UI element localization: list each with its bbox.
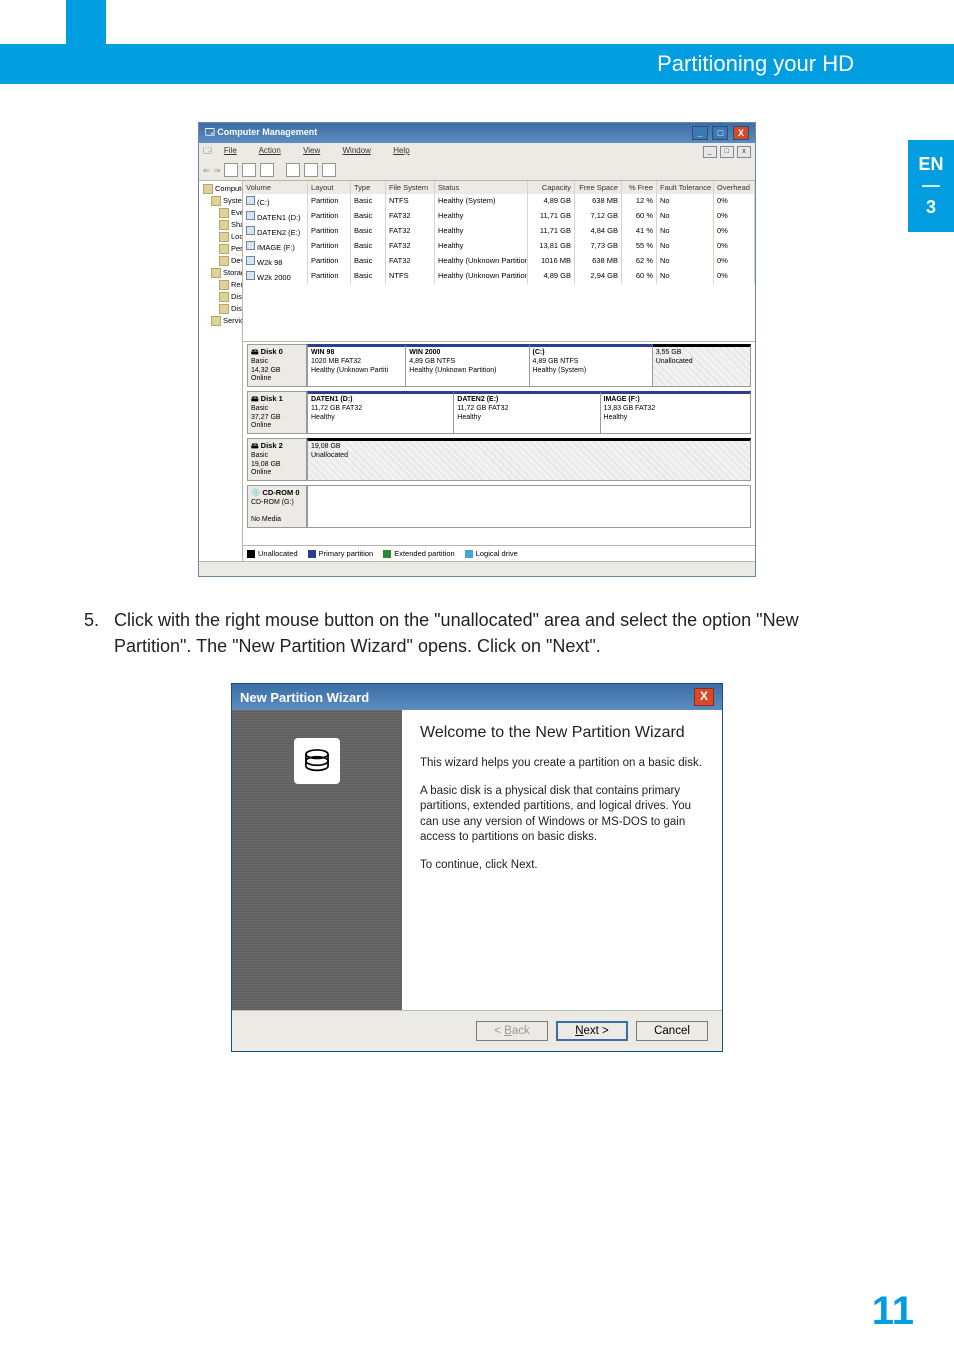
- cdrom-label: 💿 CD-ROM 0CD-ROM (G:)No Media: [247, 485, 307, 528]
- partition[interactable]: DATEN1 (D:)11,72 GB FAT32Healthy: [307, 391, 454, 434]
- computer-management-window: 🗔 Computer Management _ □ X 🗔 File Actio…: [198, 122, 756, 577]
- tree-item: Event Viewer: [203, 207, 238, 219]
- toolbar-icon[interactable]: [304, 163, 318, 177]
- toolbar: ⇐ ⇒: [199, 161, 755, 181]
- toolbar-icon[interactable]: [224, 163, 238, 177]
- mdi-min-icon[interactable]: _: [703, 146, 717, 158]
- legend-swatch-unallocated: [247, 550, 255, 558]
- step-number: 5.: [84, 607, 114, 659]
- wizard-button-row: < Back Next > Cancel: [232, 1010, 722, 1051]
- table-row[interactable]: W2k 98PartitionBasicFAT32Healthy (Unknow…: [243, 254, 755, 269]
- partition[interactable]: (C:)4,89 GB NTFSHealthy (System): [530, 344, 653, 387]
- cancel-button[interactable]: Cancel: [636, 1021, 708, 1041]
- disk-label: 🖴 Disk 2Basic19,08 GBOnline: [247, 438, 307, 481]
- window-title: Computer Management: [217, 127, 317, 137]
- toolbar-icon[interactable]: [242, 163, 256, 177]
- tree-item: Removable Storage: [203, 279, 238, 291]
- partition[interactable]: WIN 20004,89 GB NTFSHealthy (Unknown Par…: [406, 344, 529, 387]
- side-tab: EN 3: [908, 140, 954, 232]
- page-number: 11: [872, 1289, 914, 1334]
- table-row[interactable]: (C:)PartitionBasicNTFSHealthy (System)4,…: [243, 194, 755, 209]
- page-title: Partitioning your HD: [657, 51, 854, 77]
- wizard-heading: Welcome to the New Partition Wizard: [420, 724, 704, 742]
- cdrom-row[interactable]: 💿 CD-ROM 0CD-ROM (G:)No Media: [247, 485, 751, 528]
- table-body[interactable]: (C:)PartitionBasicNTFSHealthy (System)4,…: [243, 194, 755, 284]
- legend-swatch-extended: [383, 550, 391, 558]
- tree-item: Device Manager: [203, 255, 238, 267]
- partition[interactable]: DATEN2 (E:)11,72 GB FAT32Healthy: [454, 391, 600, 434]
- menu-file[interactable]: File: [224, 146, 247, 155]
- wizard-p2: A basic disk is a physical disk that con…: [420, 784, 704, 846]
- cdrom-space: [307, 485, 751, 528]
- tree-item: Shared Folders: [203, 219, 238, 231]
- close-icon[interactable]: X: [694, 688, 714, 706]
- partition-unallocated[interactable]: 3,55 GBUnallocated: [653, 344, 751, 387]
- wizard-sidebar: [232, 710, 402, 1010]
- partition[interactable]: IMAGE (F:)13,83 GB FAT32Healthy: [601, 391, 751, 434]
- disk-row[interactable]: 🖴 Disk 0Basic14,32 GBOnlineWIN 981020 MB…: [247, 344, 751, 387]
- close-icon[interactable]: X: [733, 126, 749, 140]
- tree-item: Disk Management: [203, 303, 238, 315]
- table-row[interactable]: W2k 2000PartitionBasicNTFSHealthy (Unkno…: [243, 269, 755, 284]
- table-row[interactable]: DATEN2 (E:)PartitionBasicFAT32Healthy11,…: [243, 224, 755, 239]
- volume-table: Volume Layout Type File System Status Ca…: [243, 181, 755, 342]
- table-row[interactable]: IMAGE (F:)PartitionBasicFAT32Healthy13,8…: [243, 239, 755, 254]
- minimize-icon[interactable]: _: [692, 126, 708, 140]
- toolbar-icon[interactable]: [260, 163, 274, 177]
- nav-back-icon[interactable]: ⇐: [203, 166, 210, 175]
- menu-view[interactable]: View: [303, 146, 330, 155]
- disk-row[interactable]: 🖴 Disk 1Basic37,27 GBOnlineDATEN1 (D:)11…: [247, 391, 751, 434]
- maximize-icon[interactable]: □: [712, 126, 728, 140]
- wizard-title: New Partition Wizard: [240, 690, 369, 705]
- lang-label: EN: [908, 154, 954, 175]
- disk-graphical-view[interactable]: 🖴 Disk 0Basic14,32 GBOnlineWIN 981020 MB…: [243, 342, 755, 545]
- wizard-p3: To continue, click Next.: [420, 858, 704, 874]
- menu-bar: 🗔 File Action View Window Help _ □ x: [199, 143, 755, 161]
- page-header: Partitioning your HD: [0, 44, 954, 84]
- legend: Unallocated Primary partition Extended p…: [243, 545, 755, 561]
- tree-item: Disk Defragmenter: [203, 291, 238, 303]
- menu-window[interactable]: Window: [343, 146, 381, 155]
- nav-fwd-icon[interactable]: ⇒: [214, 166, 221, 175]
- tree-item: Performance Logs and Alerts: [203, 243, 238, 255]
- partition[interactable]: WIN 981020 MB FAT32Healthy (Unknown Part…: [307, 344, 406, 387]
- disk-label: 🖴 Disk 1Basic37,27 GBOnline: [247, 391, 307, 434]
- legend-swatch-logical: [465, 550, 473, 558]
- toolbar-icon[interactable]: [322, 163, 336, 177]
- instruction-step: 5. Click with the right mouse button on …: [84, 607, 870, 659]
- tree-item: System Tools: [203, 195, 238, 207]
- tree-root: Computer Management (Local): [203, 183, 238, 195]
- wizard-window: New Partition Wizard X Welcome to the Ne…: [231, 683, 723, 1052]
- app-small-icon: 🗔: [203, 146, 212, 155]
- window-controls: _ □ X: [690, 126, 749, 140]
- disk-label: 🖴 Disk 0Basic14,32 GBOnline: [247, 344, 307, 387]
- tree-item: Services and Applications: [203, 315, 238, 327]
- mdi-restore-icon[interactable]: □: [720, 146, 734, 158]
- menu-help[interactable]: Help: [393, 146, 419, 155]
- disk-icon: [294, 738, 340, 784]
- tree-panel[interactable]: Computer Management (Local) System Tools…: [199, 181, 243, 561]
- next-button[interactable]: Next >: [556, 1021, 628, 1041]
- status-bar: [199, 561, 755, 576]
- table-row[interactable]: DATEN1 (D:)PartitionBasicFAT32Healthy11,…: [243, 209, 755, 224]
- legend-swatch-primary: [308, 550, 316, 558]
- wizard-titlebar[interactable]: New Partition Wizard X: [232, 684, 722, 710]
- chapter-number: 3: [908, 197, 954, 218]
- tree-item: Local Users and Groups: [203, 231, 238, 243]
- wizard-p1: This wizard helps you create a partition…: [420, 756, 704, 772]
- disk-row[interactable]: 🖴 Disk 2Basic19,08 GBOnline19,08 GBUnall…: [247, 438, 751, 481]
- side-divider: [922, 185, 940, 187]
- app-icon: 🗔: [205, 127, 215, 137]
- menu-action[interactable]: Action: [259, 146, 291, 155]
- step-text: Click with the right mouse button on the…: [114, 607, 870, 659]
- tree-item: Storage: [203, 267, 238, 279]
- table-header[interactable]: Volume Layout Type File System Status Ca…: [243, 181, 755, 194]
- back-button: < Back: [476, 1021, 548, 1041]
- toolbar-icon[interactable]: [286, 163, 300, 177]
- window-titlebar[interactable]: 🗔 Computer Management _ □ X: [199, 123, 755, 143]
- partition-unallocated[interactable]: 19,08 GBUnallocated: [307, 438, 751, 481]
- mdi-close-icon[interactable]: x: [737, 146, 751, 158]
- wizard-content: Welcome to the New Partition Wizard This…: [402, 710, 722, 1010]
